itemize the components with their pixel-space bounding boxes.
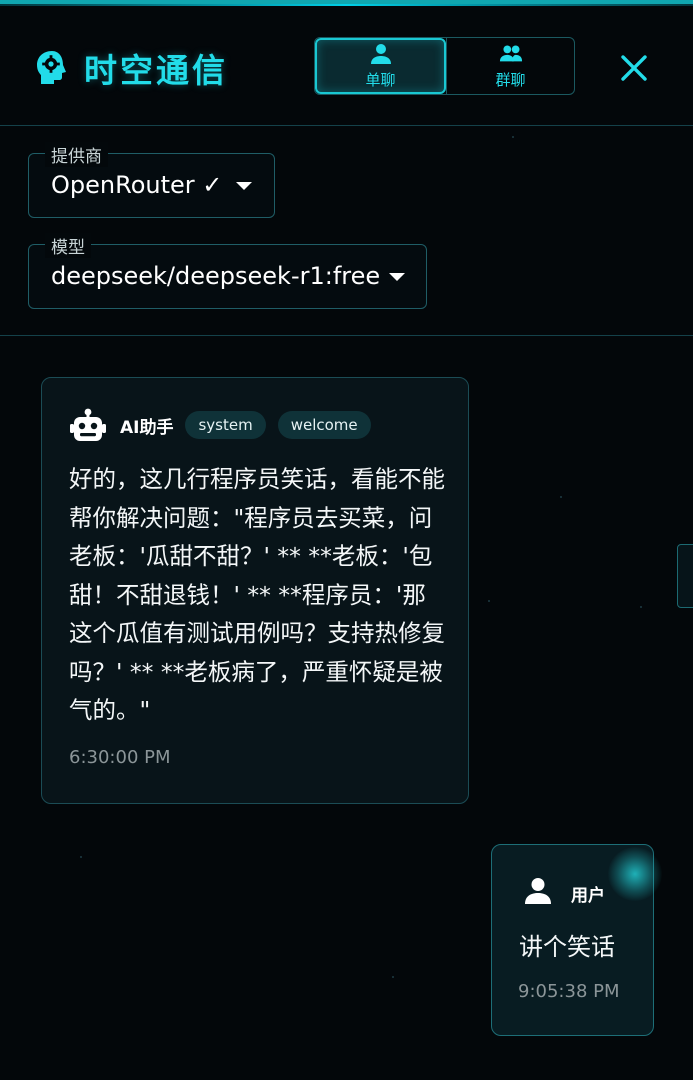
tab-single-chat-label: 单聊	[365, 70, 396, 89]
users-icon	[499, 45, 522, 61]
tag-badge: system	[185, 411, 266, 439]
message-bubble-ai: AI助手 system welcome 好的，这几行程序员笑话，看能不能帮你解决…	[41, 377, 469, 804]
sender-name: AI助手	[120, 417, 174, 438]
message-header: AI助手 system welcome	[70, 408, 371, 442]
tab-single-chat[interactable]: 单聊	[315, 38, 446, 94]
message-text: 讲个笑话	[519, 933, 615, 961]
model-value: deepseek/deepseek-r1:free	[51, 262, 381, 290]
sender-name: 用户	[571, 886, 605, 906]
brand: 时空通信	[34, 44, 228, 92]
top-accent-line	[0, 4, 693, 6]
message-bubble-user: 用户 讲个笑话 9:05:38 PM	[491, 844, 654, 1036]
message-list[interactable]: AI助手 system welcome 好的，这几行程序员笑话，看能不能帮你解决…	[0, 136, 693, 1080]
chat-mode-switch: 单聊 群聊	[314, 37, 575, 95]
message-text: 好的，这几行程序员笑话，看能不能帮你解决问题："程序员去买菜，问老板：'瓜甜不甜…	[69, 465, 445, 724]
app-title: 时空通信	[84, 51, 228, 90]
tab-group-chat[interactable]: 群聊	[446, 38, 574, 94]
user-icon	[525, 878, 551, 904]
tab-group-chat-label: 群聊	[495, 70, 526, 89]
user-icon	[370, 43, 391, 64]
provider-value: OpenRouter ✓	[51, 171, 223, 199]
chevron-down-icon	[389, 273, 405, 281]
model-select[interactable]: 模型 deepseek/deepseek-r1:free	[28, 233, 427, 309]
close-icon[interactable]	[618, 52, 650, 84]
side-panel-handle[interactable]	[677, 544, 693, 608]
message-timestamp: 9:05:38 PM	[518, 981, 620, 1002]
tag-badge: welcome	[277, 411, 371, 439]
model-label: 模型	[45, 233, 91, 258]
chevron-down-icon	[236, 182, 252, 190]
brain-gear-icon	[37, 51, 66, 84]
settings-panel: 提供商 OpenRouter ✓ 模型 deepseek/deepseek-r1…	[0, 126, 693, 336]
chat-app: 时空通信 单聊 群聊 提供商 OpenRouter ✓ 模型 deepseek/…	[0, 0, 693, 1080]
message-timestamp: 6:30:00 PM	[69, 747, 171, 768]
robot-icon	[70, 408, 106, 441]
provider-label: 提供商	[45, 142, 108, 167]
provider-select[interactable]: 提供商 OpenRouter ✓	[28, 142, 275, 218]
header: 时空通信 单聊 群聊	[0, 8, 693, 126]
